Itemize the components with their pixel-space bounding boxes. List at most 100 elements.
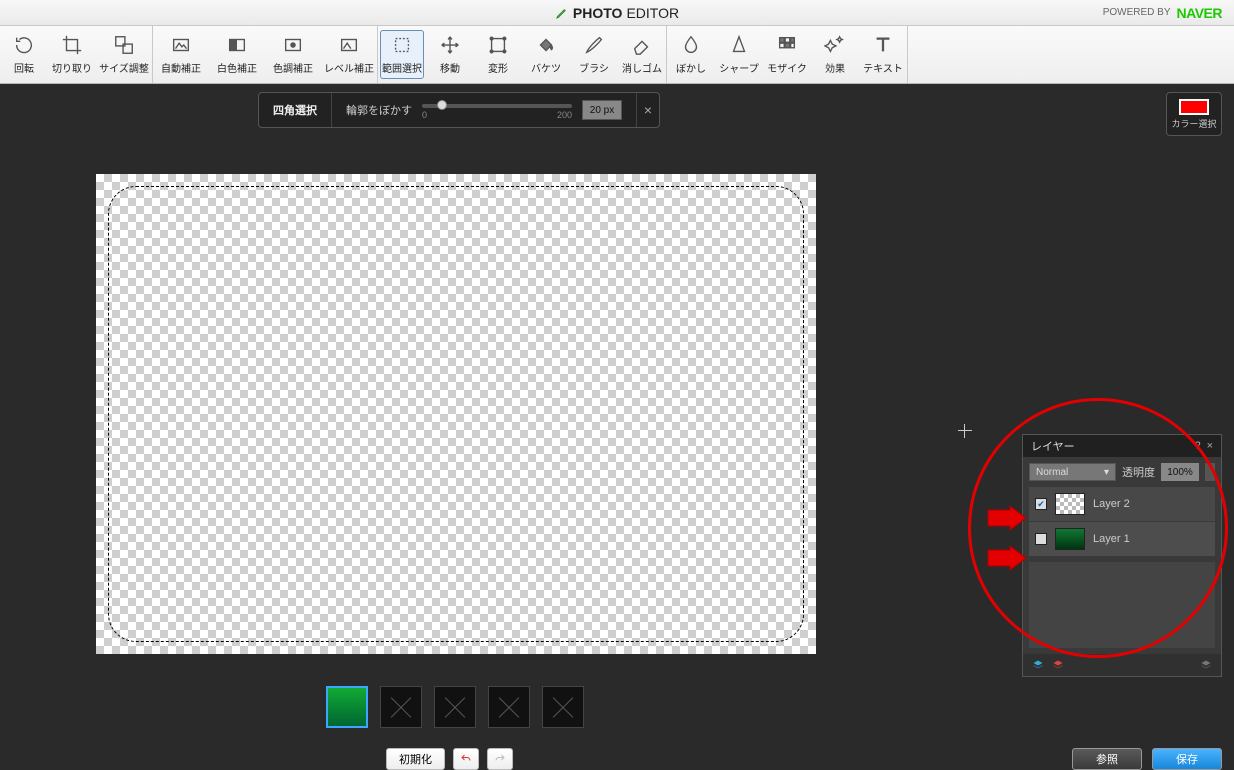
thumbnail-3[interactable] <box>434 686 476 728</box>
undo-button[interactable] <box>453 748 479 770</box>
main-toolbar: 回転 切り取り サイズ調整 自動補正 白色補正 色調補正 レベル補正 範囲選択 … <box>0 26 1234 84</box>
opacity-input[interactable]: 100% <box>1161 463 1199 481</box>
rotate-label: 回転 <box>14 60 34 75</box>
layer-name[interactable]: Layer 2 <box>1093 498 1130 510</box>
thumbnail-1[interactable] <box>326 686 368 728</box>
canvas[interactable] <box>96 174 816 654</box>
browse-button[interactable]: 参照 <box>1072 748 1142 770</box>
thumbnail-4[interactable] <box>488 686 530 728</box>
layer-item[interactable]: Layer 1 <box>1029 521 1215 556</box>
workspace: 四角選択 輪郭をぼかす 0200 20 px × カラー選択 初期化 <box>0 84 1234 770</box>
layer-options-button[interactable] <box>1199 659 1213 671</box>
layer-item[interactable]: ✔ Layer 2 <box>1029 487 1215 521</box>
eraser-tool[interactable]: 消しゴム <box>618 26 666 83</box>
blend-mode-combo[interactable]: Normal ▾ <box>1029 463 1116 481</box>
transform-icon <box>487 34 509 56</box>
thumbnail-2[interactable] <box>380 686 422 728</box>
layer-name[interactable]: Layer 1 <box>1093 533 1130 545</box>
layer-thumbnail[interactable] <box>1055 528 1085 550</box>
color-correct-tool[interactable]: 色調補正 <box>265 26 321 83</box>
bucket-icon <box>535 34 557 56</box>
resize-label: サイズ調整 <box>99 60 149 75</box>
sharpen-icon <box>728 34 750 56</box>
color-correct-label: 色調補正 <box>273 60 313 75</box>
layer-visibility-checkbox[interactable] <box>1035 533 1047 545</box>
select-range-label: 範囲選択 <box>382 60 422 75</box>
app-name-thin: EDITOR <box>626 5 679 21</box>
color-select-label: カラー選択 <box>1171 117 1216 130</box>
marquee-icon <box>391 34 413 56</box>
layer-list: ✔ Layer 2 Layer 1 <box>1029 487 1215 556</box>
white-balance-icon <box>226 34 248 56</box>
bucket-tool[interactable]: バケツ <box>522 26 570 83</box>
selection-mode-label[interactable]: 四角選択 <box>273 102 317 118</box>
canvas-checker <box>96 174 816 654</box>
transform-tool[interactable]: 変形 <box>474 26 522 83</box>
layers-panel[interactable]: レイヤー ?× Normal▾ 透明度 100% ✔ Layer 2 Layer… <box>1022 434 1222 677</box>
resize-icon <box>113 34 135 56</box>
color-select-panel[interactable]: カラー選択 <box>1166 92 1222 136</box>
reset-button[interactable]: 初期化 <box>386 748 445 770</box>
add-layer-button[interactable] <box>1031 659 1045 671</box>
cursor-crosshair <box>958 424 972 438</box>
delete-layer-button[interactable] <box>1051 659 1065 671</box>
layer-visibility-checkbox[interactable]: ✔ <box>1035 498 1047 510</box>
brush-label: ブラシ <box>579 60 609 75</box>
effect-icon <box>824 34 846 56</box>
eraser-label: 消しゴム <box>622 60 662 75</box>
feather-value-input[interactable]: 20 px <box>582 100 622 120</box>
mosaic-icon <box>776 34 798 56</box>
text-label: テキスト <box>863 60 903 75</box>
app-name-bold: PHOTO <box>573 5 623 21</box>
app-header: PHOTOEDITOR POWERED BY NAVER <box>0 0 1234 26</box>
text-tool[interactable]: テキスト <box>859 26 907 83</box>
auto-correct-icon <box>170 34 192 56</box>
auto-correct-tool[interactable]: 自動補正 <box>153 26 209 83</box>
layers-panel-title: レイヤー <box>1031 438 1075 454</box>
bucket-label: バケツ <box>531 60 561 75</box>
rotate-tool[interactable]: 回転 <box>0 26 48 83</box>
level-correct-tool[interactable]: レベル補正 <box>321 26 377 83</box>
layers-panel-header[interactable]: レイヤー ? × <box>1023 435 1221 457</box>
layer-thumbnail[interactable] <box>1055 493 1085 515</box>
blur-tool[interactable]: ぼかし <box>667 26 715 83</box>
feather-slider[interactable]: 0200 <box>422 100 572 120</box>
sharpen-label: シャープ <box>719 60 758 75</box>
tool-options-bar: 四角選択 輪郭をぼかす 0200 20 px × <box>258 92 660 128</box>
select-range-tool[interactable]: 範囲選択 <box>380 30 424 79</box>
brush-tool[interactable]: ブラシ <box>570 26 618 83</box>
mosaic-tool[interactable]: モザイク <box>763 26 811 83</box>
crop-tool[interactable]: 切り取り <box>48 26 96 83</box>
effect-label: 効果 <box>825 60 845 75</box>
effect-tool[interactable]: 効果 <box>811 26 859 83</box>
blend-mode-value: Normal <box>1036 467 1068 478</box>
powered-by-label: POWERED BY <box>1103 7 1171 18</box>
redo-icon <box>493 753 507 765</box>
thumbnail-5[interactable] <box>542 686 584 728</box>
pencil-icon <box>555 6 569 20</box>
eraser-icon <box>631 34 653 56</box>
save-button[interactable]: 保存 <box>1152 748 1222 770</box>
rotate-icon <box>13 34 35 56</box>
help-icon[interactable]: ? <box>1194 440 1200 452</box>
mosaic-label: モザイク <box>767 60 807 75</box>
redo-button[interactable] <box>487 748 513 770</box>
bottom-right-buttons: 参照 保存 <box>1072 748 1222 770</box>
selection-marquee[interactable] <box>108 186 804 642</box>
white-balance-tool[interactable]: 白色補正 <box>209 26 265 83</box>
opacity-dropdown[interactable] <box>1205 463 1215 481</box>
move-tool[interactable]: 移動 <box>426 26 474 83</box>
crop-label: 切り取り <box>52 60 92 75</box>
current-color-swatch[interactable] <box>1179 99 1209 115</box>
close-options-button[interactable]: × <box>637 102 659 118</box>
move-icon <box>439 34 461 56</box>
crop-icon <box>61 34 83 56</box>
chevron-down-icon: ▾ <box>1104 467 1109 478</box>
blur-label: ぼかし <box>676 60 706 75</box>
resize-tool[interactable]: サイズ調整 <box>96 26 152 83</box>
close-icon[interactable]: × <box>1207 440 1213 452</box>
blur-icon <box>680 34 702 56</box>
layers-panel-controls: Normal▾ 透明度 100% <box>1023 457 1221 487</box>
powered-by-brand[interactable]: NAVER <box>1177 5 1222 21</box>
sharpen-tool[interactable]: シャープ <box>715 26 763 83</box>
